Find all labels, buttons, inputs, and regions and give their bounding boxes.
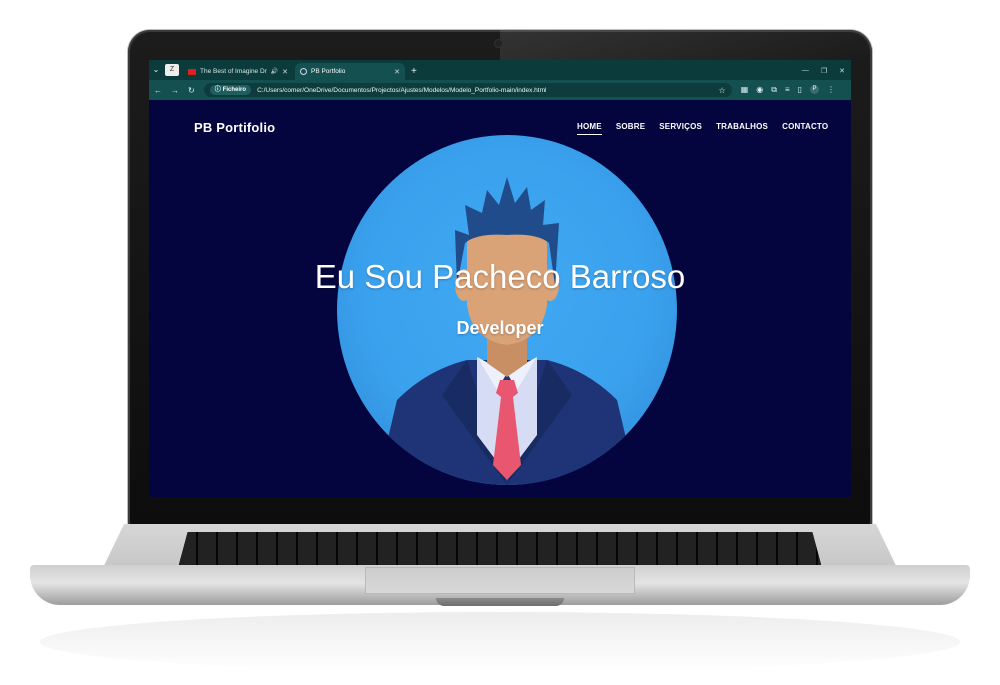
close-tab-icon[interactable]: ✕ (394, 68, 400, 76)
file-scheme-label: Ficheiro (222, 87, 247, 93)
restore-icon[interactable]: ❐ (821, 67, 827, 75)
lid-notch (436, 598, 564, 606)
trackpad (365, 567, 635, 594)
url-text[interactable]: C:/Users/comer/OneDrive/Documentos/Proje… (257, 87, 712, 94)
back-arrow-icon[interactable]: ← (154, 86, 162, 95)
portfolio-page: PB Portifolio HOME SOBRE SERVIÇOS TRABAL… (149, 100, 851, 497)
nav-servicos[interactable]: SERVIÇOS (659, 122, 702, 135)
browser-toolbar: ← → ↻ ⓘ Ficheiro C:/Users/comer/OneDrive… (149, 80, 851, 100)
side-panel-icon[interactable]: ▯ (798, 85, 802, 95)
translate-icon[interactable]: ▦ (741, 85, 749, 95)
profile-avatar[interactable]: P (810, 85, 820, 94)
browser-tab-bar: ⌄ Z The Best of Imagine Drago 🔊 ✕ PB Por… (149, 60, 851, 80)
site-brand-logo[interactable]: PB Portifolio (194, 120, 275, 135)
hero-title: Eu Sou Pacheco Barroso (314, 258, 686, 295)
window-controls: — ❐ ✕ (802, 67, 851, 75)
floor-reflection (40, 612, 960, 672)
keyboard (178, 532, 822, 568)
youtube-icon (188, 68, 196, 75)
close-tab-icon[interactable]: ✕ (282, 68, 288, 76)
businessman-avatar-illustration (377, 177, 637, 485)
extension-icons: ▦ ◉ ⧉ ≡ ▯ P ⋮ (741, 85, 835, 95)
globe-icon (300, 68, 307, 75)
profile-initial: P (812, 86, 817, 92)
nav-home[interactable]: HOME (577, 122, 602, 135)
tab-search-chevron-icon[interactable]: ⌄ (149, 60, 163, 80)
puzzle-extensions-icon[interactable]: ⧉ (771, 85, 777, 95)
file-scheme-chip[interactable]: ⓘ Ficheiro (209, 85, 252, 95)
kebab-menu-icon[interactable]: ⋮ (827, 85, 835, 95)
address-bar[interactable]: ⓘ Ficheiro C:/Users/comer/OneDrive/Docum… (203, 83, 732, 97)
reload-icon[interactable]: ↻ (188, 86, 195, 95)
webcam (495, 40, 502, 47)
camera-extension-icon[interactable]: ◉ (756, 85, 763, 95)
pinned-tab-label: Z (169, 66, 175, 73)
nav-contacto[interactable]: CONTACTO (782, 122, 828, 135)
hero-avatar-circle (337, 135, 677, 485)
minimize-icon[interactable]: — (802, 67, 809, 75)
laptop-mockup: ⌄ Z The Best of Imagine Drago 🔊 ✕ PB Por… (0, 0, 1000, 685)
laptop-screen: ⌄ Z The Best of Imagine Drago 🔊 ✕ PB Por… (149, 60, 851, 497)
nav-trabalhos[interactable]: TRABALHOS (716, 122, 768, 135)
reading-list-icon[interactable]: ≡ (785, 85, 790, 95)
new-tab-plus-icon[interactable]: + (411, 66, 417, 77)
forward-arrow-icon[interactable]: → (171, 86, 179, 95)
close-window-icon[interactable]: ✕ (839, 67, 845, 75)
tab-youtube[interactable]: The Best of Imagine Drago 🔊 ✕ (183, 63, 293, 80)
nav-sobre[interactable]: SOBRE (616, 122, 645, 135)
main-navigation: HOME SOBRE SERVIÇOS TRABALHOS CONTACTO (577, 122, 828, 135)
bookmark-star-icon[interactable]: ☆ (719, 86, 726, 95)
tab-title: The Best of Imagine Drago (200, 68, 267, 75)
speaker-icon[interactable]: 🔊 (271, 68, 278, 75)
pinned-tab[interactable]: Z (165, 64, 179, 76)
hero-subtitle: Developer (456, 318, 544, 338)
info-icon: ⓘ (214, 87, 221, 93)
tab-pb-portfolio[interactable]: PB Portfolio ✕ (295, 63, 405, 80)
tab-title: PB Portfolio (311, 68, 346, 75)
